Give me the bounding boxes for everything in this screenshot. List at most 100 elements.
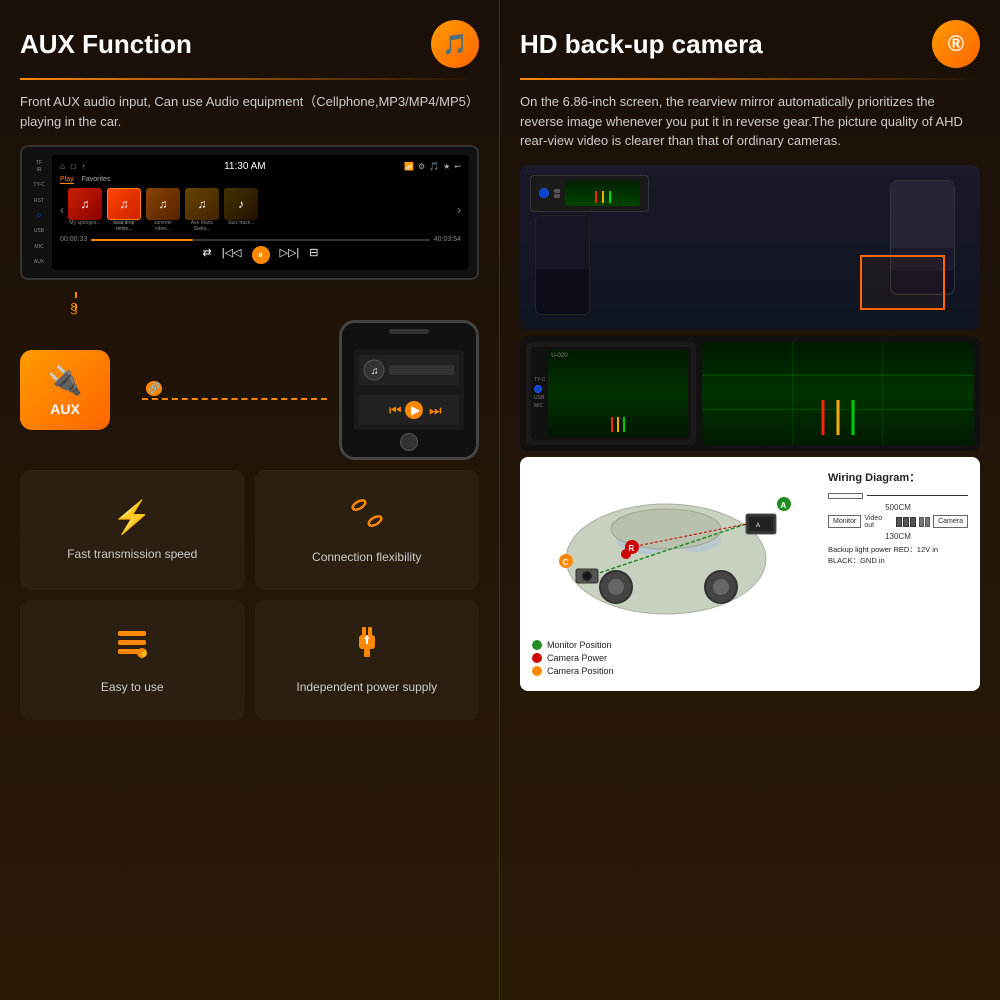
full-camera-right xyxy=(702,342,974,445)
aux-description: Front AUX audio input, Can use Audio equ… xyxy=(20,92,479,131)
guide-green xyxy=(852,400,855,435)
feature-label-power: Independent power supply xyxy=(296,679,437,696)
wiring-section: A A C R xyxy=(520,457,980,691)
car-diagram-area: A A C R xyxy=(532,469,820,679)
camera-divider xyxy=(520,78,980,80)
link-icon xyxy=(349,495,385,539)
car-wiring-svg: A A C R xyxy=(532,469,820,629)
phone-home-button xyxy=(400,433,418,451)
aux-badge-icon: 🎵 xyxy=(443,32,468,57)
line-500 xyxy=(867,495,968,496)
guide-yellow xyxy=(837,400,840,435)
stereo-controls: ⇄ |◁◁ ⏸ ▷▷| ⊟ xyxy=(60,246,461,264)
left-panel: AUX Function 🎵 Front AUX audio input, Ca… xyxy=(0,0,500,1000)
connector-block-1 xyxy=(896,517,902,527)
distance-130-label: 130CM xyxy=(828,532,968,541)
aux-chain-connector: 🔗 xyxy=(142,381,327,400)
aux-connection-area: 🔌 AUX 🔗 ♫ ⏮ xyxy=(20,320,479,460)
connection-svg xyxy=(349,495,385,531)
aux-plug-icon: 🔌 xyxy=(48,364,83,397)
camera-feed-stereo: U-020 xyxy=(548,350,688,437)
aux-divider xyxy=(20,78,479,80)
legend-a: Monitor Position xyxy=(532,640,820,650)
connector-block-2 xyxy=(903,517,909,527)
legend-text-c: Camera Position xyxy=(547,666,614,676)
monitor-box xyxy=(828,493,863,499)
camera-device-indicator xyxy=(530,175,649,212)
aux-section-header: AUX Function 🎵 xyxy=(20,20,479,68)
backup-power-info: Backup light power RED：12V in BLACK：GND … xyxy=(828,544,968,567)
guide-red xyxy=(822,400,825,435)
aux-box-label: AUX xyxy=(50,401,80,417)
feature-card-easy: ⚡ Easy to use xyxy=(20,600,245,720)
r-icon: ® xyxy=(948,31,964,57)
connector-block-4 xyxy=(919,517,924,527)
registered-badge: ® xyxy=(932,20,980,68)
stereo-mockup: TF IR TY-C RST ⏻ USB MIC AUX ⌂□↑ 11:30 A… xyxy=(20,145,479,280)
backup-camera-view-container: TY-C USB MIC xyxy=(520,336,980,451)
feature-grid: ⚡ Fast transmission speed Connection fle… xyxy=(20,470,479,720)
easy-use-svg: ⚡ xyxy=(114,625,150,661)
svg-text:R: R xyxy=(629,544,635,553)
grid-v2 xyxy=(882,342,883,445)
camera-label: Camera xyxy=(938,518,963,525)
feature-label-connection: Connection flexibility xyxy=(312,549,421,566)
stereo-with-camera: TY-C USB MIC xyxy=(531,347,691,440)
mini-camera-screen xyxy=(565,181,640,206)
phone-music-app: ♫ ⏮ ▶ ⏭ xyxy=(349,345,469,435)
feature-label-easy: Easy to use xyxy=(101,679,164,696)
power-svg xyxy=(349,625,385,661)
grid-h1 xyxy=(702,375,974,376)
video-out-label: Video out xyxy=(864,515,893,529)
camera-description: On the 6.86-inch screen, the rearview mi… xyxy=(520,92,980,151)
wiring-130cm-row: 130CM xyxy=(828,532,968,541)
legend-r: Camera Power xyxy=(532,653,820,663)
birds-eye-container xyxy=(520,165,980,330)
legend-c: Camera Position xyxy=(532,666,820,676)
legend-dot-a xyxy=(532,640,542,650)
chain-icon: 🔗 xyxy=(146,381,162,396)
svg-text:♫: ♫ xyxy=(371,366,379,377)
legend-text-r: Camera Power xyxy=(547,653,607,663)
connector-block-3 xyxy=(910,517,916,527)
stereo-time: 11:30 AM xyxy=(224,161,266,172)
black-gnd-label: BLACK：GND in xyxy=(828,555,968,566)
phone-mockup: ♫ ⏮ ▶ ⏭ xyxy=(339,320,479,460)
power-indicator xyxy=(539,188,549,198)
legend-text-a: Monitor Position xyxy=(547,640,612,650)
parking-guides xyxy=(822,400,855,435)
aux-title: AUX Function xyxy=(20,29,192,60)
birds-eye-view xyxy=(520,165,980,330)
plug-icon xyxy=(349,625,385,669)
connector-blocks xyxy=(896,517,916,527)
feature-card-transmission: ⚡ Fast transmission speed xyxy=(20,470,245,590)
parking-highlight-box xyxy=(860,255,945,310)
feature-label-transmission: Fast transmission speed xyxy=(67,546,197,563)
camera-bg xyxy=(702,342,974,445)
legend-dot-r xyxy=(532,653,542,663)
distance-500-label: 500CM xyxy=(828,503,968,512)
legend-section: Monitor Position Camera Power Camera Pos… xyxy=(532,640,820,676)
monitor-label-2: Monitor xyxy=(833,518,856,525)
aux-box: 🔌 AUX xyxy=(20,350,110,430)
svg-text:A: A xyxy=(756,523,760,529)
parked-car-2 xyxy=(535,215,590,315)
svg-text:A: A xyxy=(781,501,787,510)
feature-card-connection: Connection flexibility xyxy=(255,470,480,590)
svg-text:⏭: ⏭ xyxy=(429,402,442,418)
svg-text:▶: ▶ xyxy=(411,403,421,417)
connector-block-5 xyxy=(925,517,930,527)
lightning-icon: ⚡ xyxy=(112,498,152,536)
wiring-500cm-row xyxy=(828,493,968,499)
feature-card-power: Independent power supply xyxy=(255,600,480,720)
camera-box: Camera xyxy=(933,515,968,528)
wiring-diagram-title: Wiring Diagram： xyxy=(828,469,968,485)
svg-text:⏮: ⏮ xyxy=(389,402,402,418)
aux-icon-badge: 🎵 xyxy=(431,20,479,68)
stack-icon: ⚡ xyxy=(114,625,150,669)
grid-v1 xyxy=(792,342,793,445)
legend-dot-c xyxy=(532,666,542,676)
video-out-row: Monitor Video out Camera xyxy=(828,515,968,529)
stereo-screen: ⌂□↑ 11:30 AM 📶⚙🎵★↩ Play Favorites ‹ xyxy=(52,155,469,270)
camera-section-header: HD back-up camera ® xyxy=(520,20,980,68)
